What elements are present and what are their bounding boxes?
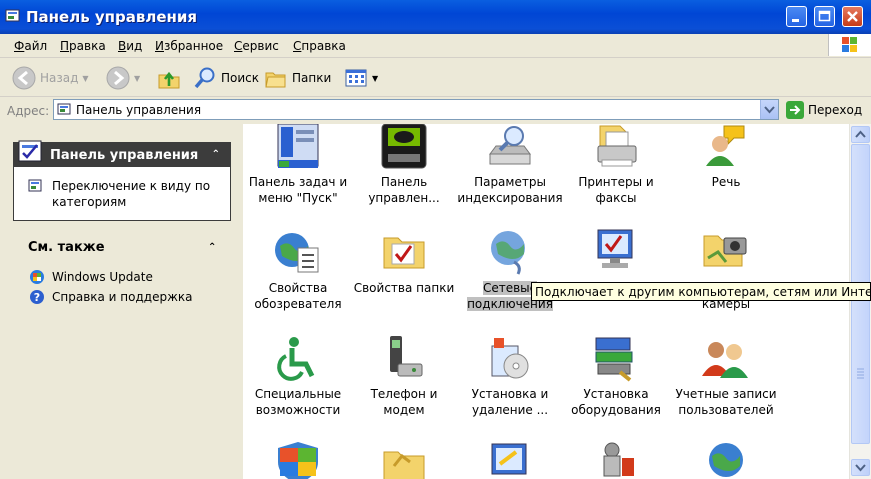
scheduled-tasks-icon bbox=[383, 451, 425, 479]
address-bar: Адрес: Панель управления Переход bbox=[0, 97, 871, 124]
views-dropdown-icon[interactable]: ▼ bbox=[372, 74, 378, 83]
close-icon bbox=[847, 11, 858, 22]
help-support-link[interactable]: Справка и поддержка bbox=[52, 290, 193, 304]
control-panel-icon bbox=[5, 9, 20, 22]
switch-category-view-link[interactable]: Переключение к виду по категориям bbox=[52, 178, 222, 210]
menu-edit[interactable]: Правка bbox=[60, 39, 106, 53]
display-icon bbox=[491, 443, 527, 475]
scanner-camera-icon bbox=[703, 235, 747, 267]
vertical-scrollbar[interactable] bbox=[849, 124, 871, 479]
security-shield-icon bbox=[278, 442, 318, 479]
svg-text:?: ? bbox=[34, 291, 40, 304]
scroll-up-button[interactable] bbox=[851, 126, 870, 143]
switch-view-icon bbox=[28, 179, 42, 192]
maximize-button[interactable] bbox=[814, 6, 835, 27]
close-button[interactable] bbox=[842, 6, 863, 27]
menu-help[interactable]: Справка bbox=[293, 39, 346, 53]
collapse-icon[interactable]: ⌃ bbox=[208, 242, 216, 253]
up-folder-icon bbox=[158, 71, 180, 89]
printer-icon bbox=[597, 125, 637, 167]
menu-bar: Файл Правка Вид Избранное Сервис Справка bbox=[0, 34, 871, 58]
folders-button[interactable]: Папки bbox=[264, 66, 331, 90]
windows-update-icon bbox=[30, 270, 44, 284]
indexing-icon bbox=[489, 126, 531, 165]
items-view: Панель задач и меню "Пуск" Панель управлен… bbox=[243, 124, 849, 479]
add-remove-programs-icon bbox=[491, 338, 529, 379]
minimize-button[interactable] bbox=[786, 6, 807, 27]
internet-options-icon bbox=[275, 233, 319, 273]
control-panel-icon bbox=[57, 103, 71, 115]
regional-options-icon bbox=[709, 443, 743, 477]
chevron-down-icon bbox=[855, 464, 866, 472]
user-accounts-icon bbox=[702, 342, 748, 378]
folders-icon bbox=[265, 72, 286, 88]
go-button[interactable]: Переход bbox=[786, 101, 862, 119]
views-icon bbox=[345, 69, 367, 87]
speech-icon bbox=[706, 125, 745, 166]
taskbar-icon bbox=[277, 124, 319, 168]
network-connections-icon bbox=[491, 231, 525, 275]
address-field[interactable]: Панель управления bbox=[53, 99, 779, 120]
control-panel-header[interactable]: Панель управления ⌃ bbox=[14, 140, 230, 167]
go-arrow-icon bbox=[786, 101, 804, 119]
back-button[interactable]: Назад ▼ bbox=[12, 66, 89, 90]
address-label: Адрес: bbox=[7, 104, 50, 118]
control-panel-box: Панель управления ⌃ Переключение к виду … bbox=[13, 140, 231, 221]
chevron-down-icon bbox=[764, 106, 775, 114]
tooltip: Подключает к другим компьютерам, сетям и… bbox=[531, 282, 871, 301]
title-bar[interactable]: Панель управления bbox=[0, 0, 871, 34]
administrative-tools-icon bbox=[603, 442, 634, 477]
accessibility-icon bbox=[277, 337, 315, 381]
window-title: Панель управления bbox=[26, 8, 198, 26]
chevron-up-icon bbox=[855, 130, 866, 138]
monitor-check-icon bbox=[597, 229, 633, 268]
forward-dropdown-icon[interactable]: ▼ bbox=[134, 74, 140, 83]
back-dropdown-icon[interactable]: ▼ bbox=[82, 74, 88, 83]
minimize-icon bbox=[792, 19, 799, 22]
collapse-icon[interactable]: ⌃ bbox=[212, 149, 220, 160]
see-also-header: См. также bbox=[28, 240, 105, 255]
add-hardware-icon bbox=[595, 337, 633, 382]
folder-options-icon bbox=[383, 237, 425, 269]
menu-tools[interactable]: Сервис bbox=[234, 39, 279, 53]
help-icon: ? bbox=[30, 290, 44, 304]
menu-favorites[interactable]: Избранное bbox=[155, 39, 223, 53]
task-pane: Панель управления ⌃ Переключение к виду … bbox=[0, 124, 243, 479]
address-value: Панель управления bbox=[76, 103, 202, 117]
windows-logo bbox=[828, 34, 871, 56]
search-button[interactable]: Поиск bbox=[193, 66, 259, 90]
forward-arrow-icon bbox=[106, 66, 130, 90]
phone-modem-icon bbox=[390, 336, 423, 377]
control-panel-title: Панель управления bbox=[50, 148, 199, 163]
menu-file[interactable]: Файл bbox=[14, 39, 47, 53]
views-button[interactable]: ▼ bbox=[344, 66, 378, 90]
maximize-icon bbox=[818, 10, 831, 22]
forward-button[interactable]: ▼ bbox=[106, 66, 140, 90]
nvidia-icon bbox=[381, 124, 427, 169]
search-icon bbox=[194, 67, 215, 89]
control-panel-icon bbox=[18, 140, 42, 162]
up-folder-button[interactable] bbox=[157, 66, 181, 90]
windows-flag-icon bbox=[842, 37, 857, 52]
scroll-down-button[interactable] bbox=[851, 459, 870, 476]
windows-update-link[interactable]: Windows Update bbox=[52, 270, 153, 284]
toolbar: Назад ▼ ▼ Поиск Папки ▼ bbox=[0, 58, 871, 97]
menu-view[interactable]: Вид bbox=[118, 39, 142, 53]
back-arrow-icon bbox=[12, 66, 36, 90]
address-dropdown-button[interactable] bbox=[760, 100, 778, 119]
